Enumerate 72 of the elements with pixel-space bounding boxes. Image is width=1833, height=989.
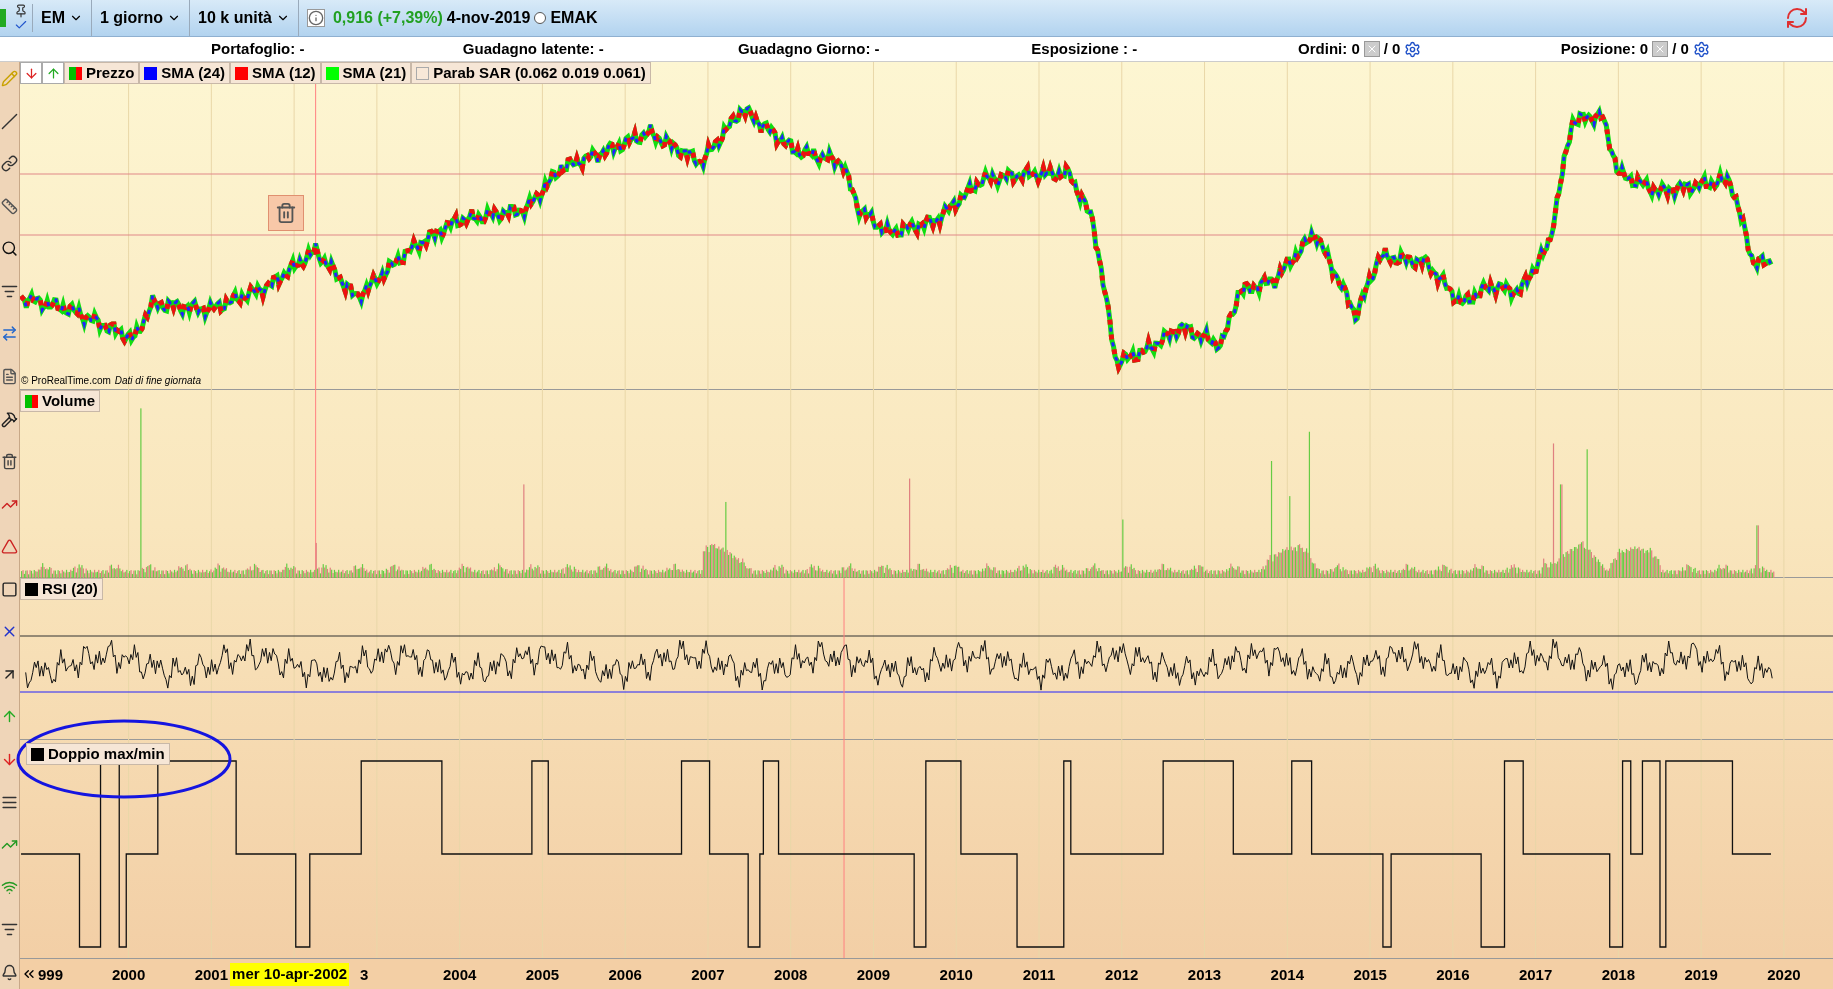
quote-date: 4-nov-2019 — [446, 8, 531, 28]
close-box-icon[interactable] — [1652, 41, 1669, 57]
segment-icon[interactable] — [1, 155, 18, 173]
legend-item[interactable]: Volume — [20, 390, 101, 412]
axis-label: 2006 — [608, 965, 642, 985]
refresh-icon[interactable] — [1785, 6, 1809, 30]
close-box-icon[interactable] — [1363, 41, 1380, 57]
settings-icon[interactable] — [1404, 40, 1422, 58]
square-icon — [0, 9, 6, 27]
axis-label: 2009 — [856, 965, 891, 985]
square-icon[interactable] — [1, 580, 18, 598]
summary-label: / 0 — [1672, 38, 1689, 59]
axis-label: 2013 — [1187, 965, 1222, 985]
search-icon[interactable] — [1, 240, 18, 258]
swatch-icon — [69, 66, 82, 80]
axis-label: 2017 — [1518, 965, 1553, 985]
hammer-icon[interactable] — [1, 410, 18, 428]
swatch-icon — [25, 394, 38, 408]
legend-item[interactable]: Prezzo — [64, 62, 140, 84]
quantity-dropdown[interactable]: 10 k unità — [190, 0, 299, 36]
axis-label: 2001 — [194, 965, 229, 985]
summary-label: Ordini: 0 — [1298, 38, 1360, 59]
arrows-icon[interactable] — [1, 325, 18, 343]
triangle-icon[interactable] — [1, 538, 18, 556]
trash-icon[interactable] — [268, 195, 304, 231]
summary-label: Posizione: 0 — [1560, 38, 1649, 59]
axis-label: 2000 — [111, 965, 146, 985]
swatch-icon — [416, 66, 430, 80]
summary-label: Guadagno Giorno: - — [737, 38, 880, 59]
symbol-dropdown[interactable]: EM — [33, 0, 92, 36]
radio-icon[interactable] — [534, 12, 547, 24]
period-dropdown[interactable]: 1 giorno — [92, 0, 191, 36]
legend-item[interactable]: SMA (24) — [139, 62, 230, 84]
axis-label: 2015 — [1353, 965, 1387, 985]
axis-label: 3 — [360, 965, 369, 985]
axis-label: 2012 — [1105, 965, 1139, 985]
summary-label: Portafoglio: - — [211, 38, 305, 59]
bell-icon[interactable] — [1, 963, 18, 981]
price-change: 0,916 (+7,39%) — [332, 8, 443, 28]
axis-label: 2011 — [1022, 965, 1056, 985]
legend-item[interactable]: Doppio max/min — [26, 743, 170, 765]
summary-label: Guadagno latente: - — [462, 38, 604, 59]
legend-item[interactable]: RSI (20) — [20, 578, 103, 600]
cursor-date-tag: mer 10-apr-2002 — [230, 963, 350, 986]
axis-label: 2008 — [774, 965, 808, 985]
line-icon[interactable] — [1, 112, 18, 130]
ruler-icon[interactable] — [1, 197, 18, 215]
axis-label: 2004 — [442, 965, 477, 985]
axis-label: 2018 — [1601, 965, 1636, 985]
axis-label: 999 — [38, 965, 64, 985]
info-icon[interactable] — [306, 9, 325, 27]
down-arrow-icon[interactable] — [1, 751, 18, 768]
axis-label: 2014 — [1270, 965, 1304, 985]
legend-item[interactable]: SMA (21) — [320, 62, 412, 84]
legend-item[interactable]: Parab SAR (0.062 0.019 0.061) — [411, 62, 651, 84]
check-icon — [14, 18, 28, 32]
trash-icon[interactable] — [1, 453, 18, 471]
summary-label: / 0 — [1383, 38, 1401, 59]
axis-label: 2007 — [691, 965, 725, 985]
axis-label: 2005 — [525, 965, 560, 985]
axis-label: 2016 — [1436, 965, 1470, 985]
legend-item[interactable]: SMA (12) — [230, 62, 321, 84]
document-icon[interactable] — [1, 367, 18, 385]
settings-icon[interactable] — [1692, 40, 1710, 58]
axis-label: 2020 — [1767, 965, 1801, 985]
copyright: © ProRealTime.com — [21, 374, 111, 388]
axis-label: 2010 — [939, 965, 973, 985]
axis-label: 2019 — [1684, 965, 1718, 985]
data-note: Dati di fine giornata — [114, 374, 201, 388]
ticker: EMAK — [550, 8, 598, 28]
pin-icon — [14, 4, 28, 18]
summary-label: Esposizione : - — [1031, 38, 1138, 59]
